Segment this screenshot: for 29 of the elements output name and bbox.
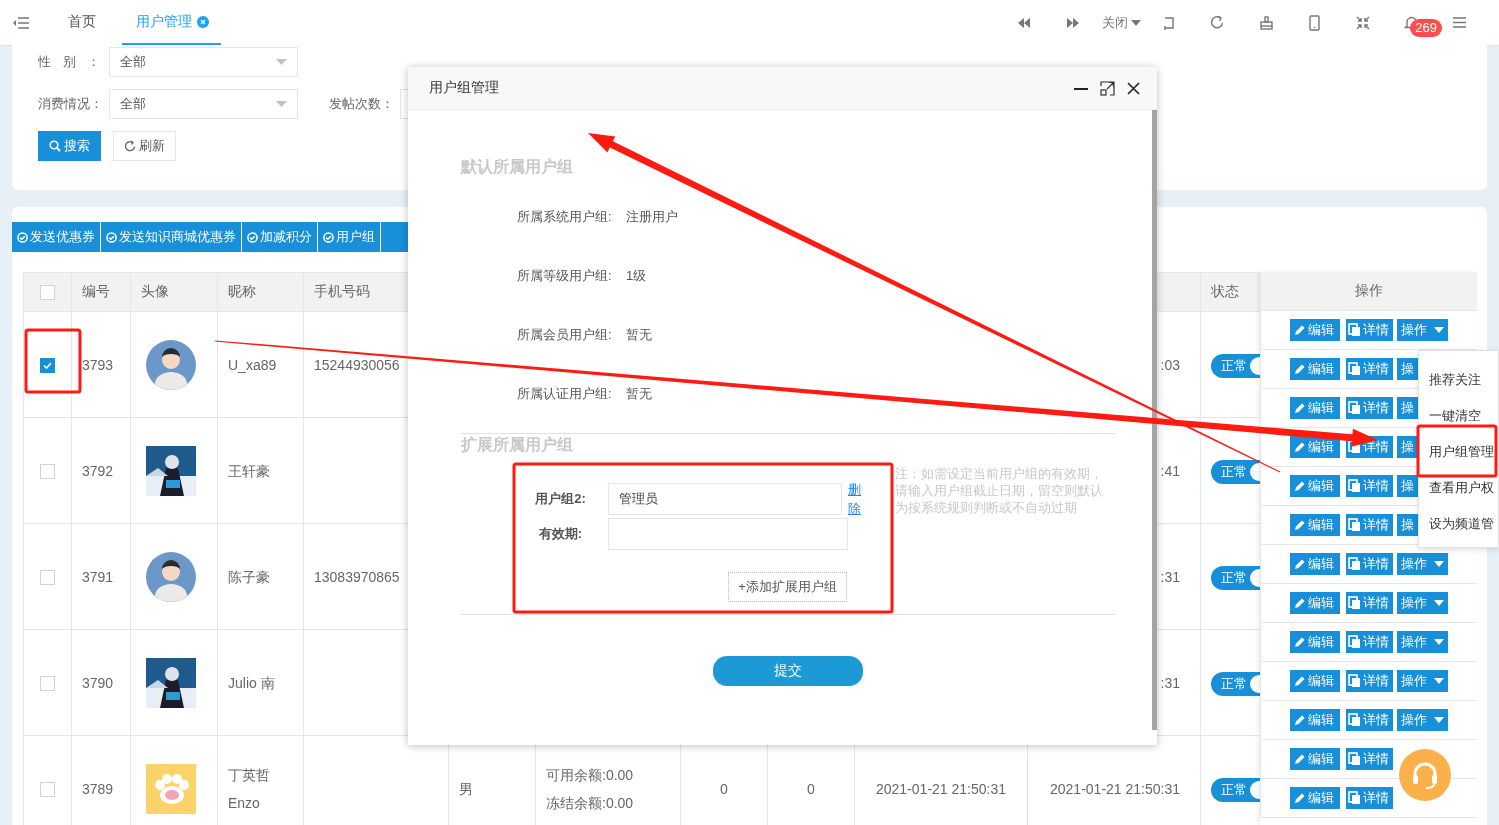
- table-cell: 3790: [71, 629, 131, 736]
- field-label: 有效期:: [537, 525, 584, 543]
- field-label: 所属等级用户组:: [517, 266, 613, 285]
- column-header: 昵称: [217, 272, 304, 312]
- table-cell: 王轩豪: [217, 417, 304, 524]
- select-value: 全部: [120, 95, 146, 113]
- select-value: 全部: [120, 53, 146, 71]
- column-header: 状态: [1200, 272, 1261, 312]
- column-header: 操作: [1260, 272, 1477, 311]
- field-value: 注册用户: [626, 207, 678, 226]
- notification-badge: 269: [1410, 19, 1442, 37]
- field-value: 暂无: [626, 325, 652, 344]
- table-cell: Julio 南: [217, 629, 304, 736]
- column-header: 头像: [130, 272, 218, 312]
- field-label: 消费情况：: [38, 95, 100, 113]
- field-label: 所属认证用户组:: [517, 384, 613, 403]
- field-label: 所属系统用户组:: [517, 207, 613, 226]
- table-cell: 陈子豪: [217, 523, 304, 630]
- table-cell: 3791: [71, 523, 131, 630]
- field-label: 用户组2:: [534, 490, 587, 508]
- dialog-title: 用户组管理: [429, 79, 499, 97]
- field-label: 所属会员用户组:: [517, 325, 613, 344]
- field-value: 暂无: [626, 384, 652, 403]
- table-cell: 3792: [71, 417, 131, 524]
- table-cell: 3793: [71, 311, 131, 418]
- field-label: 性别：: [38, 53, 100, 71]
- column-header: 编号: [71, 272, 131, 312]
- field-label: 发帖次数：: [329, 95, 391, 113]
- field-value: 1级: [626, 266, 647, 285]
